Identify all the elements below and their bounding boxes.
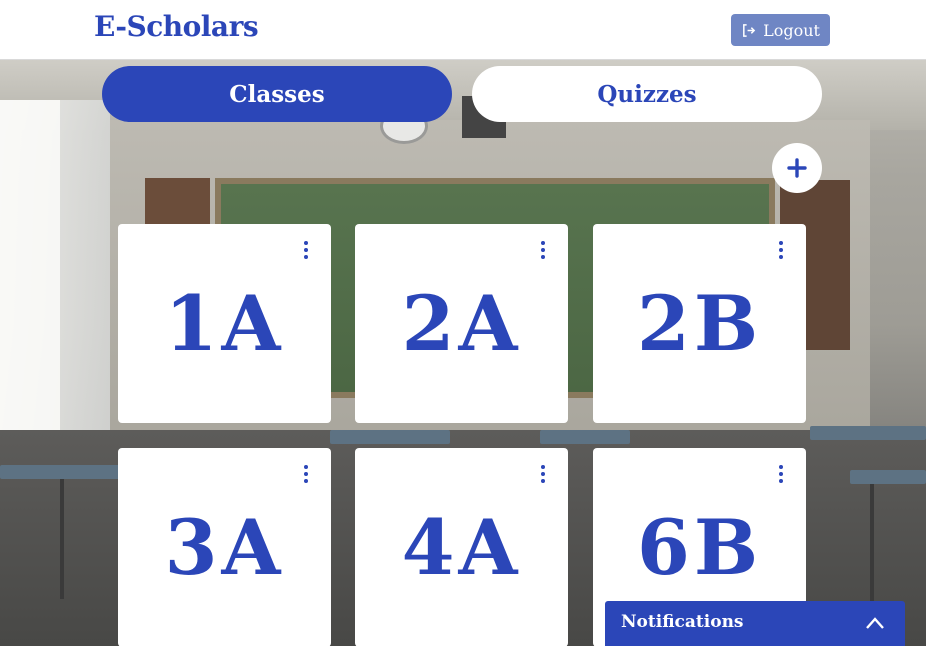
class-card-3a[interactable]: 3A: [118, 448, 331, 646]
more-options-icon[interactable]: [299, 240, 313, 260]
tab-quizzes[interactable]: Quizzes: [472, 66, 822, 122]
plus-icon: [787, 158, 807, 178]
class-name: 4A: [401, 503, 522, 592]
logout-label: Logout: [763, 20, 820, 40]
notifications-title: Notifications: [621, 612, 744, 632]
class-card-2a[interactable]: 2A: [355, 224, 568, 423]
more-options-icon[interactable]: [774, 464, 788, 484]
class-name: 6B: [636, 503, 763, 592]
class-name: 1A: [164, 279, 285, 368]
notifications-panel[interactable]: Notifications: [605, 601, 905, 646]
add-class-button[interactable]: [772, 143, 822, 193]
class-name: 3A: [164, 503, 285, 592]
tab-classes[interactable]: Classes: [102, 66, 452, 122]
class-name: 2B: [636, 279, 763, 368]
chevron-up-icon[interactable]: [865, 615, 885, 631]
section-tabs: Classes Quizzes: [102, 66, 822, 122]
logout-icon: [743, 23, 756, 37]
more-options-icon[interactable]: [774, 240, 788, 260]
class-card-1a[interactable]: 1A: [118, 224, 331, 423]
more-options-icon[interactable]: [299, 464, 313, 484]
class-name: 2A: [401, 279, 522, 368]
class-card-4a[interactable]: 4A: [355, 448, 568, 646]
logout-button[interactable]: Logout: [731, 14, 830, 46]
top-nav-bar: E-Scholars Logout: [0, 0, 926, 60]
brand-logo[interactable]: E-Scholars: [94, 10, 259, 43]
class-card-2b[interactable]: 2B: [593, 224, 806, 423]
more-options-icon[interactable]: [536, 464, 550, 484]
more-options-icon[interactable]: [536, 240, 550, 260]
